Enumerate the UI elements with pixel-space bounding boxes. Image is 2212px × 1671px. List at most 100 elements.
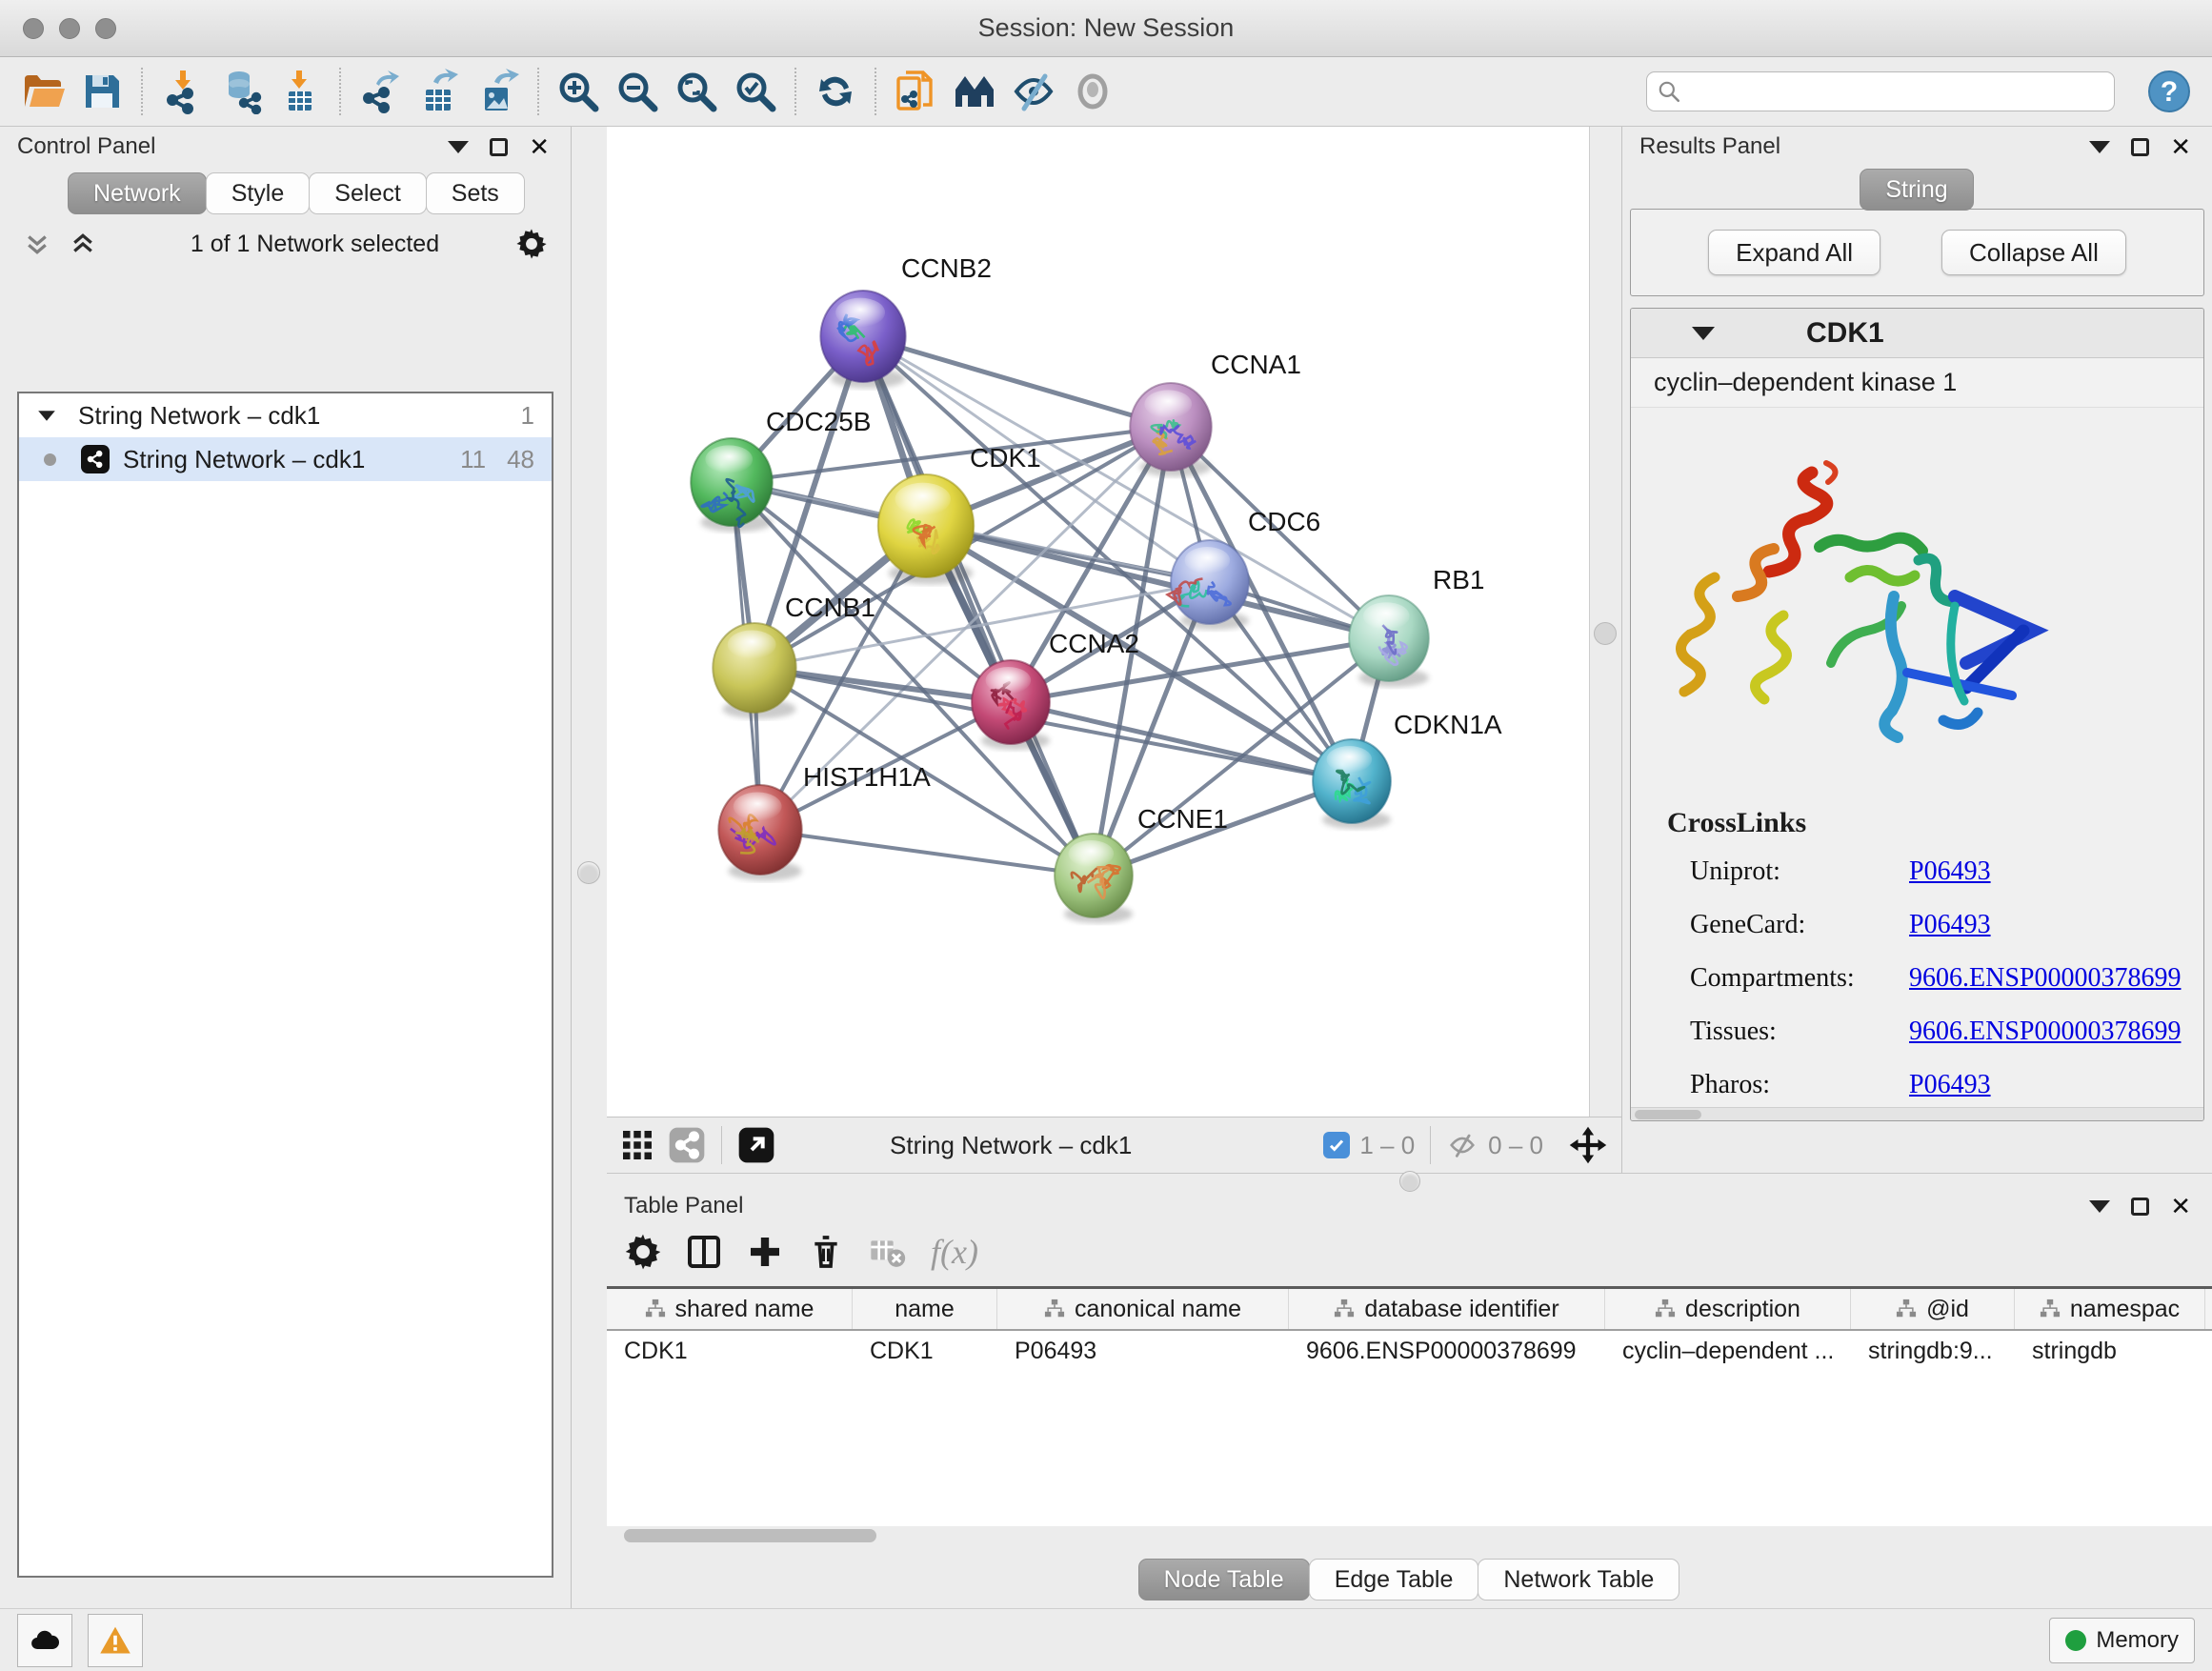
column-type-icon: [1655, 1299, 1676, 1319]
tab-sets[interactable]: Sets: [426, 172, 525, 214]
table-cell[interactable]: 9606.ENSP00000378699: [1289, 1338, 1605, 1365]
hide-graphics-button[interactable]: [1004, 64, 1063, 119]
cloud-status-button[interactable]: [17, 1614, 72, 1667]
left-splitter-handle[interactable]: [577, 861, 600, 884]
float-panel-icon[interactable]: [490, 138, 508, 156]
column-header-6[interactable]: namespac: [2015, 1289, 2205, 1329]
entry-expander-icon[interactable]: [1692, 327, 1715, 340]
import-network-file-button[interactable]: [152, 64, 211, 119]
crosslink-link[interactable]: 9606.ENSP00000378699: [1909, 963, 2181, 994]
table-cell[interactable]: CDK1: [607, 1338, 853, 1365]
crosslink-link[interactable]: P06493: [1909, 1070, 1991, 1100]
tab-network[interactable]: Network: [68, 172, 207, 214]
gear-icon[interactable]: [515, 228, 548, 260]
tab-select[interactable]: Select: [309, 172, 426, 214]
collapse-all-button[interactable]: Collapse All: [1941, 230, 2126, 275]
right-splitter-handle[interactable]: [1594, 622, 1617, 645]
graph-node-CCNB1[interactable]: CCNB1: [713, 593, 875, 719]
results-hscrollbar-thumb[interactable]: [1635, 1110, 1701, 1119]
right-splitter[interactable]: [1589, 127, 1621, 1117]
clone-network-button[interactable]: [886, 64, 945, 119]
search-input[interactable]: [1689, 77, 2104, 106]
refresh-button[interactable]: [806, 64, 865, 119]
warning-status-button[interactable]: [88, 1614, 143, 1667]
zoom-fit-button[interactable]: [667, 64, 726, 119]
import-network-database-button[interactable]: [211, 64, 271, 119]
delete-column-button[interactable]: [799, 1226, 853, 1278]
close-panel-icon[interactable]: ✕: [529, 134, 550, 159]
entry-header[interactable]: CDK1: [1631, 309, 2203, 358]
crosslink-link[interactable]: P06493: [1909, 856, 1991, 887]
column-header-3[interactable]: database identifier: [1289, 1289, 1605, 1329]
neighbors-button[interactable]: [945, 64, 1004, 119]
network-graph[interactable]: CCNB2CCNA1CDC25BCDK1CDC6RB1CCNB1CCNA2CDK…: [607, 127, 1621, 1117]
zoom-selected-button[interactable]: [726, 64, 785, 119]
graph-node-CCNE1[interactable]: CCNE1: [1055, 804, 1228, 923]
show-columns-button[interactable]: [677, 1226, 731, 1278]
show-graphics-button[interactable]: [1063, 64, 1122, 119]
horizontal-splitter[interactable]: [607, 1174, 2212, 1189]
results-hscrollbar[interactable]: [1631, 1107, 2203, 1120]
network-collection-row[interactable]: String Network – cdk1 1: [19, 393, 552, 437]
table-cell[interactable]: cyclin–dependent ...: [1605, 1338, 1851, 1365]
save-session-button[interactable]: [72, 64, 131, 119]
grid-view-icon[interactable]: [620, 1128, 654, 1162]
table-settings-button[interactable]: [616, 1226, 670, 1278]
crosslink-link[interactable]: P06493: [1909, 910, 1991, 940]
float-panel-icon[interactable]: [2131, 1198, 2149, 1216]
graph-node-CCNA1[interactable]: CCNA1: [1130, 350, 1301, 476]
left-splitter[interactable]: [572, 127, 607, 1608]
tab-style[interactable]: Style: [206, 172, 311, 214]
tab-node-table[interactable]: Node Table: [1138, 1559, 1310, 1601]
table-cell[interactable]: stringdb:9...: [1851, 1338, 2015, 1365]
import-table-button[interactable]: [271, 64, 330, 119]
table-hscrollbar[interactable]: [607, 1526, 2212, 1545]
graph-node-CDKN1A[interactable]: CDKN1A: [1313, 710, 1502, 829]
help-button[interactable]: ?: [2140, 64, 2199, 119]
graph-node-RB1[interactable]: RB1: [1349, 565, 1484, 687]
open-session-button[interactable]: [13, 64, 72, 119]
collection-expander-icon[interactable]: [38, 411, 55, 420]
network-canvas[interactable]: CCNB2CCNA1CDC25BCDK1CDC6RB1CCNB1CCNA2CDK…: [607, 127, 1621, 1117]
horizontal-splitter-handle[interactable]: [1399, 1171, 1420, 1192]
selected-checkbox-icon[interactable]: [1323, 1132, 1350, 1158]
tab-string[interactable]: String: [1860, 169, 1973, 211]
panel-menu-icon[interactable]: [2089, 1200, 2110, 1213]
column-header-4[interactable]: description: [1605, 1289, 1851, 1329]
column-header-0[interactable]: shared name: [607, 1289, 853, 1329]
tab-edge-table[interactable]: Edge Table: [1309, 1559, 1479, 1601]
column-header-5[interactable]: @id: [1851, 1289, 2015, 1329]
column-header-1[interactable]: name: [853, 1289, 997, 1329]
crosslink-link[interactable]: 9606.ENSP00000378699: [1909, 1017, 2181, 1047]
search-box[interactable]: [1646, 71, 2115, 111]
tab-network-table[interactable]: Network Table: [1478, 1559, 1679, 1601]
export-image-button[interactable]: [469, 64, 528, 119]
network-row[interactable]: String Network – cdk1 11 48: [19, 437, 552, 481]
close-panel-icon[interactable]: ✕: [2170, 1194, 2191, 1218]
close-panel-icon[interactable]: ✕: [2170, 134, 2191, 159]
birds-eye-icon[interactable]: [1568, 1125, 1608, 1165]
add-column-button[interactable]: [738, 1226, 792, 1278]
collapse-all-icon[interactable]: [23, 230, 51, 258]
delete-table-button[interactable]: [860, 1226, 914, 1278]
export-table-button[interactable]: [410, 64, 469, 119]
column-header-2[interactable]: canonical name: [997, 1289, 1289, 1329]
expand-all-button[interactable]: Expand All: [1708, 230, 1880, 275]
function-builder-button[interactable]: f(x): [931, 1232, 978, 1272]
memory-button[interactable]: Memory: [2049, 1618, 2195, 1663]
table-cell[interactable]: P06493: [997, 1338, 1289, 1365]
export-network-button[interactable]: [351, 64, 410, 119]
zoom-out-button[interactable]: [608, 64, 667, 119]
network-view-mode-icon[interactable]: [668, 1126, 706, 1164]
zoom-in-button[interactable]: [549, 64, 608, 119]
panel-menu-icon[interactable]: [448, 141, 469, 153]
table-row[interactable]: CDK1CDK1P064939606.ENSP00000378699cyclin…: [607, 1331, 2212, 1371]
panel-menu-icon[interactable]: [2089, 141, 2110, 153]
graph-node-HIST1H1A[interactable]: HIST1H1A: [718, 762, 931, 881]
float-panel-icon[interactable]: [2131, 138, 2149, 156]
expand-all-icon[interactable]: [69, 230, 97, 258]
table-cell[interactable]: CDK1: [853, 1338, 997, 1365]
detach-view-icon[interactable]: [737, 1126, 775, 1164]
table-hscrollbar-thumb[interactable]: [624, 1529, 876, 1542]
table-cell[interactable]: stringdb: [2015, 1338, 2205, 1365]
